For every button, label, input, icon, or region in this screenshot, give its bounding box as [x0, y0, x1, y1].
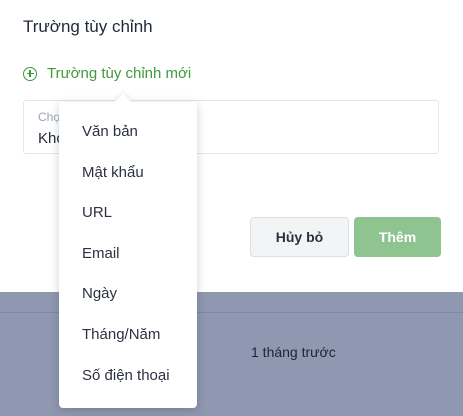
- field-type-options: Văn bản Mật khẩu URL Email Ngày Tháng/Nă…: [59, 112, 197, 396]
- table-cell-updated: 1 tháng trước: [251, 344, 336, 360]
- option-date[interactable]: Ngày: [59, 274, 197, 315]
- option-phone[interactable]: Số điện thoại: [59, 356, 197, 397]
- field-type-label: Chọ: [38, 110, 61, 124]
- option-month-year[interactable]: Tháng/Năm: [59, 315, 197, 356]
- dialog-title: Trường tùy chỉnh: [23, 17, 153, 36]
- add-custom-field-link[interactable]: Trường tùy chỉnh mới: [23, 65, 191, 82]
- option-url[interactable]: URL: [59, 193, 197, 234]
- option-email[interactable]: Email: [59, 234, 197, 275]
- add-custom-field-label: Trường tùy chỉnh mới: [47, 65, 192, 82]
- cancel-button[interactable]: Hủy bỏ: [250, 217, 349, 257]
- field-type-dropdown: Văn bản Mật khẩu URL Email Ngày Tháng/Nă…: [59, 93, 197, 408]
- add-button[interactable]: Thêm: [354, 217, 441, 257]
- option-password[interactable]: Mật khẩu: [59, 153, 197, 194]
- option-text[interactable]: Văn bản: [59, 112, 197, 153]
- plus-circle-icon: [23, 66, 37, 81]
